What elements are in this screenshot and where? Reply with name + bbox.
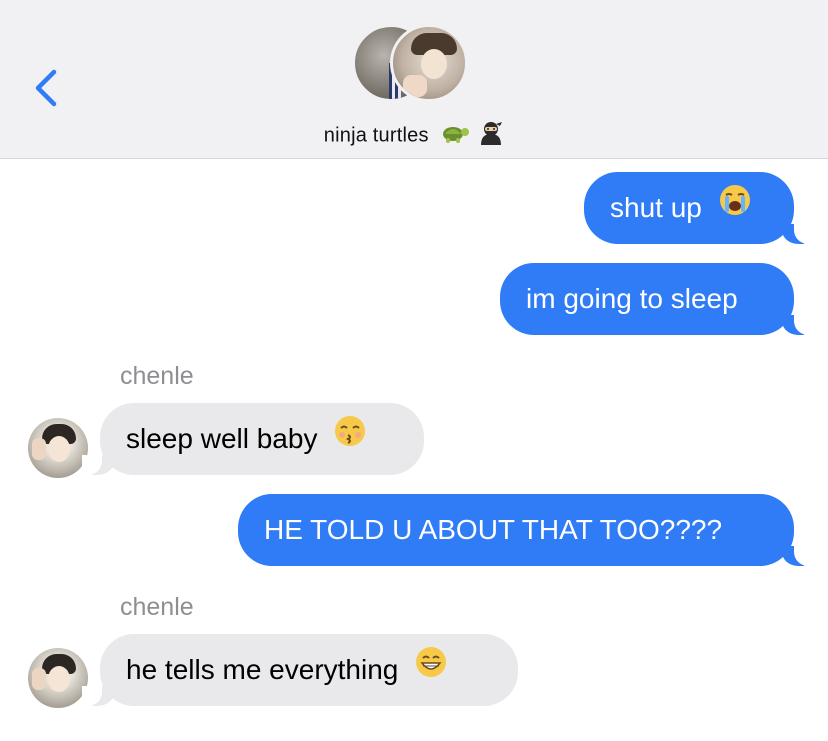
message-text: sleep well baby <box>126 423 318 454</box>
sender-avatar[interactable] <box>28 418 88 478</box>
sender-name: chenle <box>120 593 194 621</box>
group-name: ninja turtles <box>323 124 429 147</box>
message-text: he tells me everything <box>126 654 399 685</box>
ninja-icon <box>478 120 504 152</box>
conversation-header: ninja turtles <box>0 0 828 159</box>
incoming-message-bubble[interactable]: sleep well baby <box>100 403 424 475</box>
bubble-tail <box>782 546 814 566</box>
kissing-face-closed-eyes-icon <box>333 403 367 475</box>
outgoing-message-bubble[interactable]: shut up <box>584 172 794 244</box>
turtle-icon <box>440 122 470 150</box>
incoming-message-bubble[interactable]: he tells me everything <box>100 634 518 706</box>
bubble-tail <box>782 315 814 335</box>
chevron-left-icon <box>35 69 57 107</box>
grinning-face-icon <box>414 634 448 706</box>
outgoing-message-bubble[interactable]: HE TOLD U ABOUT THAT TOO???? <box>238 494 794 566</box>
back-button[interactable] <box>30 66 64 110</box>
message-text: im going to sleep <box>526 283 738 314</box>
message-text: HE TOLD U ABOUT THAT TOO???? <box>264 514 723 545</box>
group-avatar-2 <box>390 24 468 102</box>
group-avatars[interactable] <box>352 24 476 108</box>
outgoing-message-bubble[interactable]: im going to sleep <box>500 263 794 335</box>
message-text: shut up <box>610 192 702 223</box>
bubble-tail <box>782 224 814 244</box>
group-title[interactable]: ninja turtles <box>0 120 828 152</box>
loudly-crying-face-icon <box>718 172 752 244</box>
bubble-tail <box>82 686 114 706</box>
sender-name: chenle <box>120 362 194 390</box>
sender-avatar[interactable] <box>28 648 88 708</box>
bubble-tail <box>82 455 114 475</box>
